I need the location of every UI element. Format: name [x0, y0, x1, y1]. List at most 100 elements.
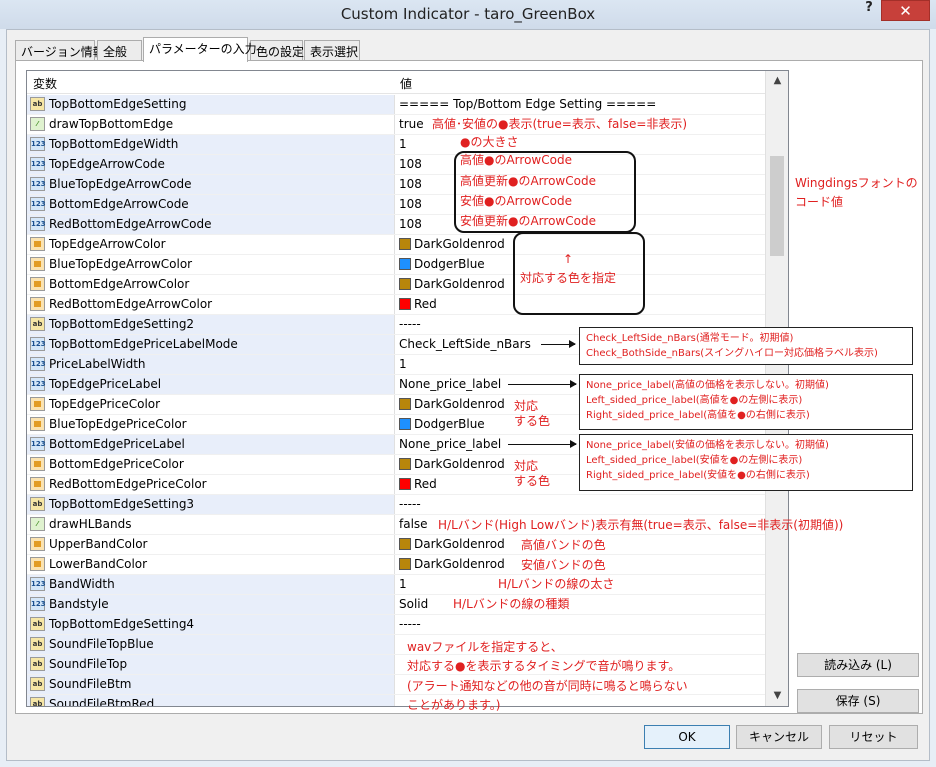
color-swatch[interactable]: [399, 398, 411, 410]
parameter-name-cell[interactable]: RedBottomEdgeArrowColor: [27, 295, 395, 314]
parameter-name: BlueTopEdgeArrowColor: [49, 257, 193, 271]
scroll-up-icon[interactable]: ▲: [766, 71, 788, 91]
tab-colors[interactable]: 色の設定: [250, 40, 304, 61]
color-swatch[interactable]: [399, 298, 411, 310]
parameter-row[interactable]: BlueTopEdgeArrowColor DodgerBlue: [27, 255, 765, 275]
title-bar: Custom Indicator - taro_GreenBox ? ✕: [0, 0, 936, 29]
parameter-row[interactable]: 123 BandWidth 1: [27, 575, 765, 595]
parameter-name-cell[interactable]: 123 TopEdgePriceLabel: [27, 375, 395, 394]
parameter-name-cell[interactable]: UpperBandColor: [27, 535, 395, 554]
tab-general[interactable]: 全般: [97, 40, 142, 61]
scroll-thumb[interactable]: [770, 156, 784, 256]
parameter-name-cell[interactable]: TopEdgeArrowColor: [27, 235, 395, 254]
annotation-mode-options: Check_LeftSide_nBars(通常モード。初期値) Check_Bo…: [586, 333, 878, 359]
parameter-row[interactable]: 123 Bandstyle Solid: [27, 595, 765, 615]
string-type-icon: ab: [30, 497, 45, 511]
tab-parameters[interactable]: パラメーターの入力: [143, 37, 257, 62]
color-swatch[interactable]: [399, 478, 411, 490]
parameter-name-cell[interactable]: 123 RedBottomEdgeArrowCode: [27, 215, 395, 234]
ok-button[interactable]: OK: [644, 725, 730, 749]
arrow-icon: [508, 440, 577, 448]
annotation-top-color: 対応 する色: [514, 399, 551, 428]
parameter-name-cell[interactable]: LowerBandColor: [27, 555, 395, 574]
parameter-name-cell[interactable]: ab TopBottomEdgeSetting3: [27, 495, 395, 514]
parameter-name: TopEdgePriceLabel: [49, 377, 162, 391]
parameter-name-cell[interactable]: ab SoundFileTop: [27, 655, 395, 674]
close-button[interactable]: ✕: [881, 0, 930, 21]
color-swatch[interactable]: [399, 418, 411, 430]
parameter-name-cell[interactable]: ab SoundFileTopBlue: [27, 635, 395, 654]
parameter-row[interactable]: LowerBandColor DarkGoldenrod: [27, 555, 765, 575]
color-swatch[interactable]: [399, 558, 411, 570]
parameter-name: BottomEdgePriceLabel: [49, 437, 185, 451]
parameter-name-cell[interactable]: ⁄ drawHLBands: [27, 515, 395, 534]
color-type-icon: [30, 297, 45, 311]
color-swatch[interactable]: [399, 238, 411, 250]
parameter-name-cell[interactable]: RedBottomEdgePriceColor: [27, 475, 395, 494]
parameter-value: true: [399, 117, 424, 131]
color-swatch[interactable]: [399, 258, 411, 270]
parameter-name-cell[interactable]: BlueTopEdgePriceColor: [27, 415, 395, 434]
load-button[interactable]: 読み込み (L): [797, 653, 919, 677]
parameter-name-cell[interactable]: BottomEdgeArrowColor: [27, 275, 395, 294]
parameter-name-cell[interactable]: 123 Bandstyle: [27, 595, 395, 614]
parameter-row[interactable]: TopEdgeArrowColor DarkGoldenrod: [27, 235, 765, 255]
parameter-name: UpperBandColor: [49, 537, 148, 551]
mode-options-box: Check_LeftSide_nBars(通常モード。初期値) Check_Bo…: [579, 327, 913, 365]
parameter-row[interactable]: 123 BottomEdgeArrowCode 108: [27, 195, 765, 215]
number-type-icon: 123: [30, 377, 46, 391]
parameter-name-cell[interactable]: BottomEdgePriceColor: [27, 455, 395, 474]
grid-header: 変数 値: [27, 71, 765, 94]
parameter-name-cell[interactable]: ⁄ drawTopBottomEdge: [27, 115, 395, 134]
parameter-name-cell[interactable]: 123 TopEdgeArrowCode: [27, 155, 395, 174]
parameter-row[interactable]: 123 BlueTopEdgeArrowCode 108: [27, 175, 765, 195]
parameter-value: Red: [414, 477, 437, 491]
parameter-row[interactable]: ab TopBottomEdgeSetting ===== Top/Bottom E…: [27, 95, 765, 115]
color-swatch[interactable]: [399, 458, 411, 470]
parameter-value: Solid: [399, 597, 429, 611]
parameter-name-cell[interactable]: ab SoundFileBtm: [27, 675, 395, 694]
tab-version-info[interactable]: バージョン情報: [15, 40, 105, 61]
parameter-row[interactable]: RedBottomEdgeArrowColor Red: [27, 295, 765, 315]
parameter-value: 108: [399, 197, 422, 211]
scroll-down-icon[interactable]: ▼: [766, 686, 788, 706]
parameter-name-cell[interactable]: ab SoundFileBtmRed: [27, 695, 395, 706]
parameter-row[interactable]: 123 TopEdgeArrowCode 108: [27, 155, 765, 175]
parameter-row[interactable]: ab TopBottomEdgeSetting4 -----: [27, 615, 765, 635]
number-type-icon: 123: [30, 597, 46, 611]
parameter-name-cell[interactable]: ab TopBottomEdgeSetting: [27, 95, 395, 114]
parameter-name-cell[interactable]: ab TopBottomEdgeSetting2: [27, 315, 395, 334]
parameter-name-cell[interactable]: BlueTopEdgeArrowColor: [27, 255, 395, 274]
string-type-icon: ab: [30, 97, 45, 111]
color-swatch[interactable]: [399, 538, 411, 550]
reset-button[interactable]: リセット: [829, 725, 918, 749]
dialog-body: バージョン情報 全般 パラメーターの入力 色の設定 表示選択 変数 値 ab To…: [6, 29, 930, 761]
parameter-value: 1: [399, 577, 407, 591]
parameter-name-cell[interactable]: 123 BlueTopEdgeArrowCode: [27, 175, 395, 194]
save-button[interactable]: 保存 (S): [797, 689, 919, 713]
annotation-sound: wavファイルを指定すると、 対応する●を表示するタイミングで音が鳴ります。 (…: [407, 640, 688, 713]
annotation-wingdings: Wingdingsフォントの コード値: [795, 176, 918, 210]
parameter-name-cell[interactable]: 123 BottomEdgePriceLabel: [27, 435, 395, 454]
parameter-name-cell[interactable]: 123 BottomEdgeArrowCode: [27, 195, 395, 214]
parameter-row[interactable]: ab TopBottomEdgeSetting3 -----: [27, 495, 765, 515]
color-type-icon: [30, 477, 45, 491]
color-swatch[interactable]: [399, 278, 411, 290]
parameter-name-cell[interactable]: ab TopBottomEdgeSetting4: [27, 615, 395, 634]
tab-visualization[interactable]: 表示選択: [304, 40, 360, 61]
parameter-row[interactable]: 123 TopBottomEdgeWidth 1: [27, 135, 765, 155]
parameter-name-cell[interactable]: 123 PriceLabelWidth: [27, 355, 395, 374]
color-type-icon: [30, 237, 45, 251]
parameter-row[interactable]: BottomEdgeArrowColor DarkGoldenrod: [27, 275, 765, 295]
help-button[interactable]: ?: [858, 0, 880, 20]
parameter-row[interactable]: UpperBandColor DarkGoldenrod: [27, 535, 765, 555]
cancel-button[interactable]: キャンセル: [736, 725, 822, 749]
column-header-variable[interactable]: 変数: [33, 75, 57, 92]
color-type-icon: [30, 457, 45, 471]
parameter-row[interactable]: 123 RedBottomEdgeArrowCode 108: [27, 215, 765, 235]
parameter-name-cell[interactable]: 123 BandWidth: [27, 575, 395, 594]
parameter-name-cell[interactable]: TopEdgePriceColor: [27, 395, 395, 414]
column-header-value[interactable]: 値: [400, 75, 412, 92]
parameter-name-cell[interactable]: 123 TopBottomEdgeWidth: [27, 135, 395, 154]
parameter-name-cell[interactable]: 123 TopBottomEdgePriceLabelMode: [27, 335, 395, 354]
